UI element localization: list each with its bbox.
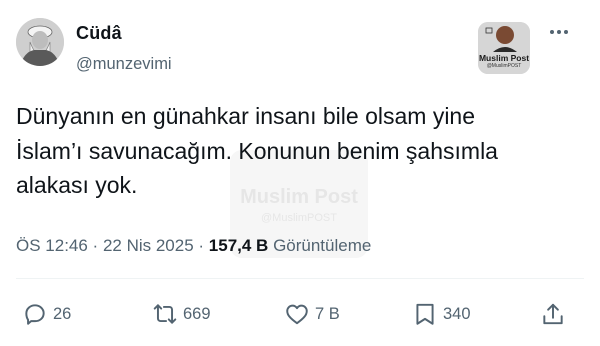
badge-subtitle: @MuslimPOST [486,63,522,69]
like-count: 7 B [315,304,340,323]
author-avatar[interactable] [16,18,64,66]
bookmark-icon [416,303,434,325]
repost-icon [153,304,177,324]
avatar-portrait-image [16,18,64,66]
meta-separator-2: · [193,236,209,255]
muslim-post-badge[interactable]: Muslim Post @MuslimPOST [478,22,530,74]
more-icon[interactable] [545,20,573,44]
like-button[interactable]: 7 B [284,300,340,328]
watermark-subtitle: @MuslimPOST [261,212,337,224]
tweet-meta: ÖS 12:46 · 22 Nis 2025 · 157,4 B Görüntü… [16,236,371,256]
bookmark-count: 340 [443,304,471,323]
tweet-time[interactable]: ÖS 12:46 [16,236,88,255]
author-name[interactable]: Cüdâ [76,23,122,44]
views-label: Görüntüleme [273,236,372,255]
divider [16,278,584,279]
share-button[interactable] [540,300,566,328]
reply-icon [25,304,45,325]
tweet-date[interactable]: 22 Nis 2025 [103,236,194,255]
reply-button[interactable]: 26 [22,300,71,328]
meta-separator: · [87,236,103,255]
author-handle[interactable]: @munzevimi [76,55,172,74]
views-count[interactable]: 157,4 B [209,236,269,255]
repost-button[interactable]: 669 [152,300,211,328]
repost-count: 669 [183,304,211,323]
reply-count: 26 [53,304,72,323]
share-icon [543,303,563,325]
bookmark-button[interactable]: 340 [412,300,471,328]
like-icon [286,304,308,325]
tweet-text: Dünyanın en günahkar insanı bile olsam y… [16,103,498,198]
badge-title: Muslim Post [478,53,530,63]
